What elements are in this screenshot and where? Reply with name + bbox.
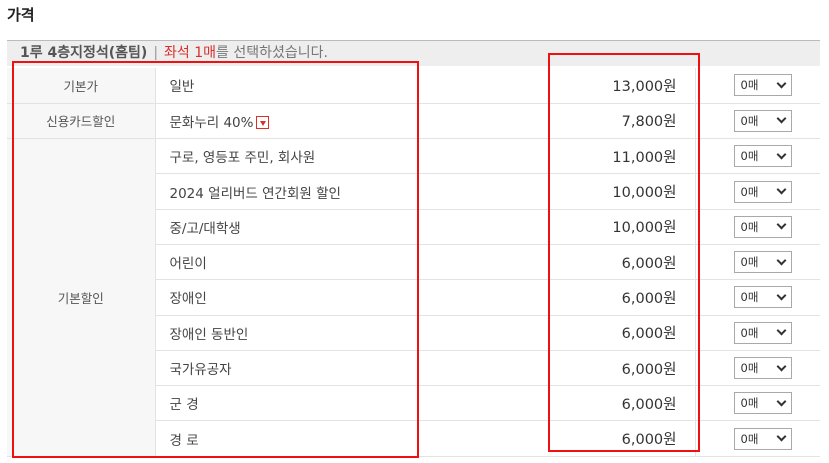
ticket-price: 6,000원 bbox=[550, 350, 696, 387]
header-separator: | bbox=[153, 45, 159, 61]
quantity-value: 0매 bbox=[740, 396, 759, 411]
chevron-down-icon bbox=[776, 113, 786, 124]
qty-cell: 0매 bbox=[695, 103, 820, 140]
ticket-type-name: 어린이 bbox=[155, 244, 550, 281]
qty-cell: 0매 bbox=[695, 420, 820, 457]
chevron-down-icon bbox=[776, 290, 786, 301]
quantity-select[interactable]: 0매 bbox=[733, 145, 792, 168]
quantity-select[interactable]: 0매 bbox=[733, 392, 792, 415]
quantity-select[interactable]: 0매 bbox=[733, 74, 792, 97]
quantity-select[interactable]: 0매 bbox=[733, 251, 792, 274]
chevron-down-icon bbox=[776, 325, 786, 336]
qty-cell: 0매 bbox=[695, 385, 820, 422]
ticket-type-name: 구로, 영등포 주민, 회사원 bbox=[155, 138, 550, 175]
ticket-price: 6,000원 bbox=[550, 420, 696, 457]
quantity-value: 0매 bbox=[740, 361, 759, 376]
table-row: 기본가 일반 13,000원 0매 bbox=[7, 68, 820, 104]
chevron-down-icon bbox=[776, 184, 786, 195]
category-label: 신용카드할인 bbox=[7, 103, 156, 140]
quantity-value: 0매 bbox=[740, 255, 759, 270]
table-row: 신용카드할인 문화누리 40% 7,800원 0매 bbox=[7, 103, 820, 140]
qty-cell: 0매 bbox=[695, 68, 820, 104]
chevron-down-icon bbox=[776, 78, 786, 89]
qty-cell: 0매 bbox=[695, 350, 820, 387]
chevron-down-icon bbox=[776, 361, 786, 371]
quantity-select[interactable]: 0매 bbox=[733, 321, 792, 344]
qty-cell: 0매 bbox=[695, 209, 820, 245]
ticket-price: 10,000원 bbox=[550, 173, 696, 210]
category-label: 기본가 bbox=[7, 68, 156, 104]
quantity-value: 0매 bbox=[740, 149, 759, 164]
ticket-type-name: 국가유공자 bbox=[155, 350, 550, 387]
quantity-value: 0매 bbox=[740, 184, 759, 199]
selection-message: 를 선택하셨습니다. bbox=[216, 45, 328, 61]
quantity-value: 0매 bbox=[740, 431, 759, 446]
quantity-select[interactable]: 0매 bbox=[733, 109, 792, 132]
seat-count: 좌석 1매 bbox=[164, 45, 217, 61]
ticket-price: 13,000원 bbox=[550, 68, 696, 104]
ticket-type-name: 경 로 bbox=[155, 420, 550, 457]
ticket-type-name: 중/고/대학생 bbox=[155, 209, 550, 245]
ticket-price: 10,000원 bbox=[550, 209, 696, 245]
ticket-price: 6,000원 bbox=[550, 279, 696, 316]
category-label: 기본할인 bbox=[7, 138, 156, 457]
quantity-value: 0매 bbox=[740, 325, 759, 340]
qty-cell: 0매 bbox=[695, 315, 820, 351]
seat-name: 1루 4층지정석(홈팀) bbox=[20, 45, 148, 61]
table-row: 기본할인 구로, 영등포 주민, 회사원 11,000원 0매 bbox=[7, 138, 820, 457]
qty-cell: 0매 bbox=[695, 173, 820, 210]
qty-cell: 0매 bbox=[695, 279, 820, 316]
quantity-value: 0매 bbox=[740, 78, 759, 93]
ticket-price: 11,000원 bbox=[550, 138, 696, 175]
ticket-type-label: 문화누리 40% bbox=[169, 114, 254, 131]
section-title: 가격 bbox=[7, 6, 35, 24]
ticket-price: 6,000원 bbox=[550, 244, 696, 281]
seat-selection-header: 1루 4층지정석(홈팀) | 좌석 1매를 선택하셨습니다. bbox=[7, 40, 820, 66]
quantity-select[interactable]: 0매 bbox=[733, 286, 792, 309]
quantity-value: 0매 bbox=[740, 113, 759, 128]
price-table: 기본가 일반 13,000원 0매 신용카드할인 문화누리 40% 7,800원… bbox=[7, 68, 820, 457]
ticket-type-name: 2024 얼리버드 연간회원 할인 bbox=[155, 173, 550, 210]
quantity-value: 0매 bbox=[740, 290, 759, 305]
ticket-type-name: 문화누리 40% bbox=[155, 103, 550, 140]
ticket-price: 6,000원 bbox=[550, 385, 696, 422]
chevron-down-icon bbox=[776, 396, 786, 407]
caret-down-box-icon[interactable] bbox=[256, 116, 270, 130]
ticket-type-name: 장애인 동반인 bbox=[155, 315, 550, 351]
quantity-value: 0매 bbox=[740, 219, 759, 234]
ticket-type-name: 군 경 bbox=[155, 385, 550, 422]
quantity-select[interactable]: 0매 bbox=[733, 215, 792, 238]
qty-cell: 0매 bbox=[695, 138, 820, 175]
qty-cell: 0매 bbox=[695, 244, 820, 281]
quantity-select[interactable]: 0매 bbox=[733, 180, 792, 203]
ticket-price: 6,000원 bbox=[550, 315, 696, 351]
quantity-select[interactable]: 0매 bbox=[733, 357, 792, 380]
ticket-type-name: 일반 bbox=[155, 68, 550, 104]
chevron-down-icon bbox=[776, 219, 786, 230]
ticket-price: 7,800원 bbox=[550, 103, 696, 140]
ticket-type-name: 장애인 bbox=[155, 279, 550, 316]
chevron-down-icon bbox=[776, 431, 786, 442]
quantity-select[interactable]: 0매 bbox=[733, 427, 792, 450]
chevron-down-icon bbox=[776, 149, 786, 160]
chevron-down-icon bbox=[776, 255, 786, 266]
